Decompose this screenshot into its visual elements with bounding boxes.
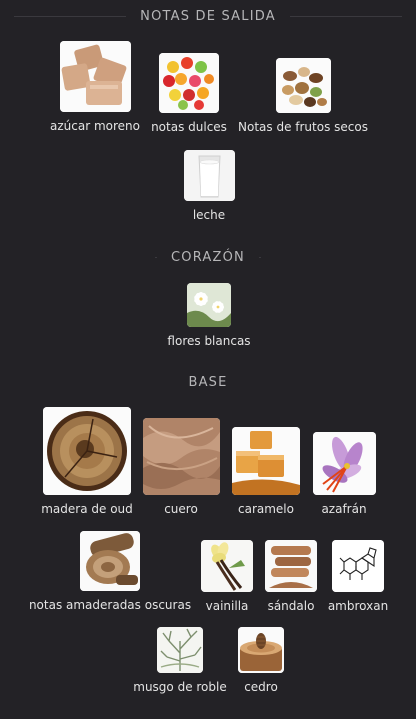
- cedar-image: [238, 627, 284, 673]
- note-label: cedro: [244, 680, 278, 694]
- white-flowers-image: [187, 283, 231, 327]
- molecule-image: [332, 540, 384, 592]
- note-frutos-secos[interactable]: Notas de frutos secos: [233, 58, 373, 134]
- oud-wood-image: [43, 407, 131, 495]
- caramel-image: [232, 427, 300, 495]
- section-title: CORAZÓN: [171, 249, 245, 265]
- note-notas-dulces[interactable]: notas dulces: [139, 53, 239, 134]
- section-header-base-notes: BASE: [0, 372, 416, 392]
- leather-image: [142, 418, 220, 495]
- note-label: azúcar moreno: [50, 119, 140, 133]
- saffron-image: [312, 432, 376, 495]
- candy-image: [159, 53, 219, 113]
- note-label: caramelo: [238, 502, 294, 516]
- nuts-image: [275, 58, 331, 113]
- section-title: BASE: [188, 374, 228, 390]
- note-ambroxan[interactable]: ambroxan: [308, 540, 408, 613]
- note-label: leche: [192, 208, 226, 222]
- note-label: azafrán: [321, 502, 367, 516]
- note-flores-blancas[interactable]: flores blancas: [149, 283, 269, 348]
- note-madera-de-oud[interactable]: madera de oud: [37, 407, 137, 516]
- note-label: Notas de frutos secos: [238, 120, 368, 134]
- section-header-heart-notes: CORAZÓN: [0, 247, 416, 267]
- note-azafran[interactable]: azafrán: [294, 432, 394, 516]
- note-azucar-moreno[interactable]: azúcar moreno: [45, 41, 145, 133]
- note-label: cuero: [164, 502, 198, 516]
- note-label: notas amaderadas oscuras: [28, 598, 192, 612]
- note-label: madera de oud: [41, 502, 133, 516]
- divider: [259, 256, 262, 258]
- note-label: ambroxan: [327, 599, 389, 613]
- section-header-top-notes: NOTAS DE SALIDA: [0, 6, 416, 26]
- note-label: flores blancas: [167, 334, 251, 348]
- divider: [14, 15, 127, 17]
- oakmoss-image: [157, 627, 203, 673]
- dark-wood-image: [80, 531, 140, 591]
- section-title: NOTAS DE SALIDA: [140, 8, 276, 24]
- brown-sugar-image: [59, 41, 131, 112]
- note-leche[interactable]: leche: [159, 150, 259, 222]
- divider: [289, 15, 403, 17]
- milk-glass-image: [183, 150, 235, 201]
- note-cedro[interactable]: cedro: [211, 627, 311, 694]
- note-amaderadas-oscuras[interactable]: notas amaderadas oscuras: [28, 531, 192, 612]
- divider: [155, 256, 158, 258]
- note-label: notas dulces: [151, 120, 227, 134]
